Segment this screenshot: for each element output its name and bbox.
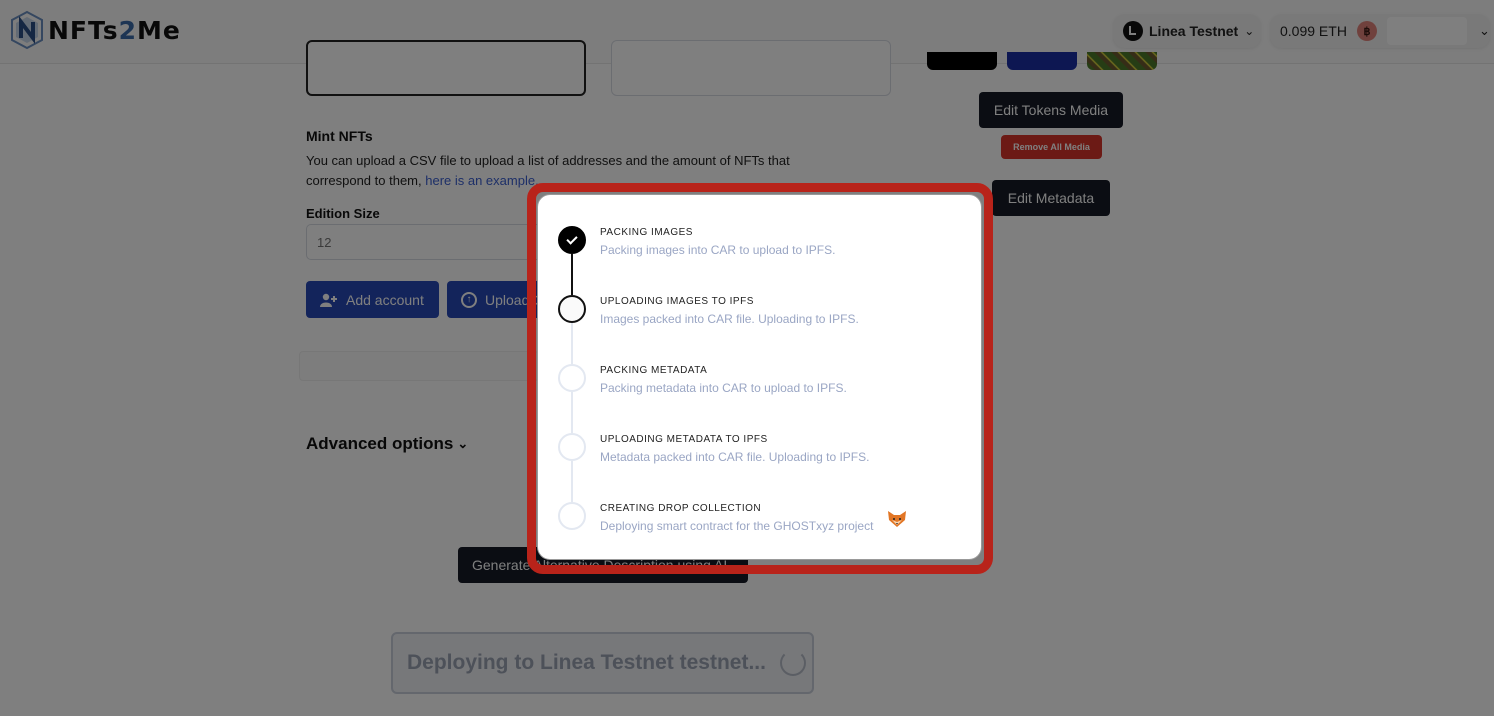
active-step-circle-icon xyxy=(558,295,586,323)
step-connector xyxy=(571,254,573,295)
check-circle-icon xyxy=(558,226,586,254)
step-connector xyxy=(571,461,573,502)
step-title: UPLOADING IMAGES TO IPFS xyxy=(600,296,754,307)
metamask-fox-icon xyxy=(888,511,906,527)
pending-step-circle-icon xyxy=(558,433,586,461)
step-connector xyxy=(571,323,573,364)
pending-step-circle-icon xyxy=(558,364,586,392)
step-title: PACKING METADATA xyxy=(600,365,708,376)
pending-step-circle-icon xyxy=(558,502,586,530)
deploy-progress-modal: PACKING IMAGES Packing images into CAR t… xyxy=(538,195,981,559)
step-description: Packing metadata into CAR to upload to I… xyxy=(600,381,847,395)
step-description: Images packed into CAR file. Uploading t… xyxy=(600,312,859,326)
step-description: Packing images into CAR to upload to IPF… xyxy=(600,243,836,257)
page: NFTs2Me Linea Testnet ⌄ 0.099 ETH ฿ ⌄ Ed… xyxy=(0,0,1494,716)
step-description: Deploying smart contract for the GHOSTxy… xyxy=(600,519,874,533)
step-title: UPLOADING METADATA TO IPFS xyxy=(600,434,768,445)
step-title: CREATING DROP COLLECTION xyxy=(600,503,762,514)
step-description: Metadata packed into CAR file. Uploading… xyxy=(600,450,870,464)
step-connector xyxy=(571,392,573,433)
step-title: PACKING IMAGES xyxy=(600,227,693,238)
